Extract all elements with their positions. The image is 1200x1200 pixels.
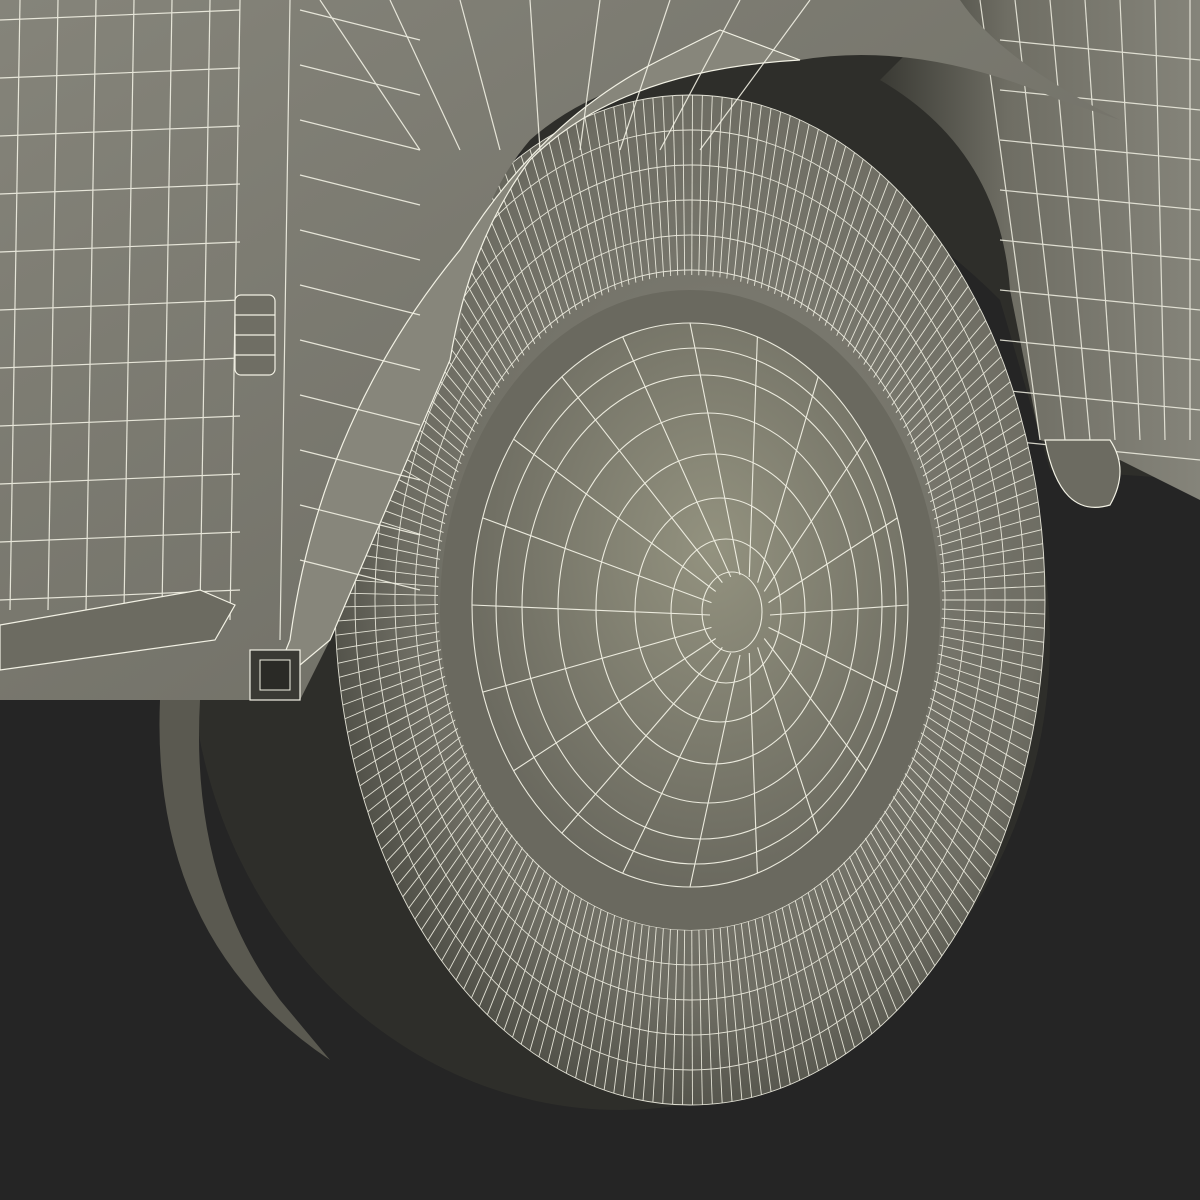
hub-cap (440, 290, 940, 930)
wireframe-render (0, 0, 1200, 1200)
door-hinge (234, 294, 276, 376)
sill-tube (249, 649, 301, 701)
